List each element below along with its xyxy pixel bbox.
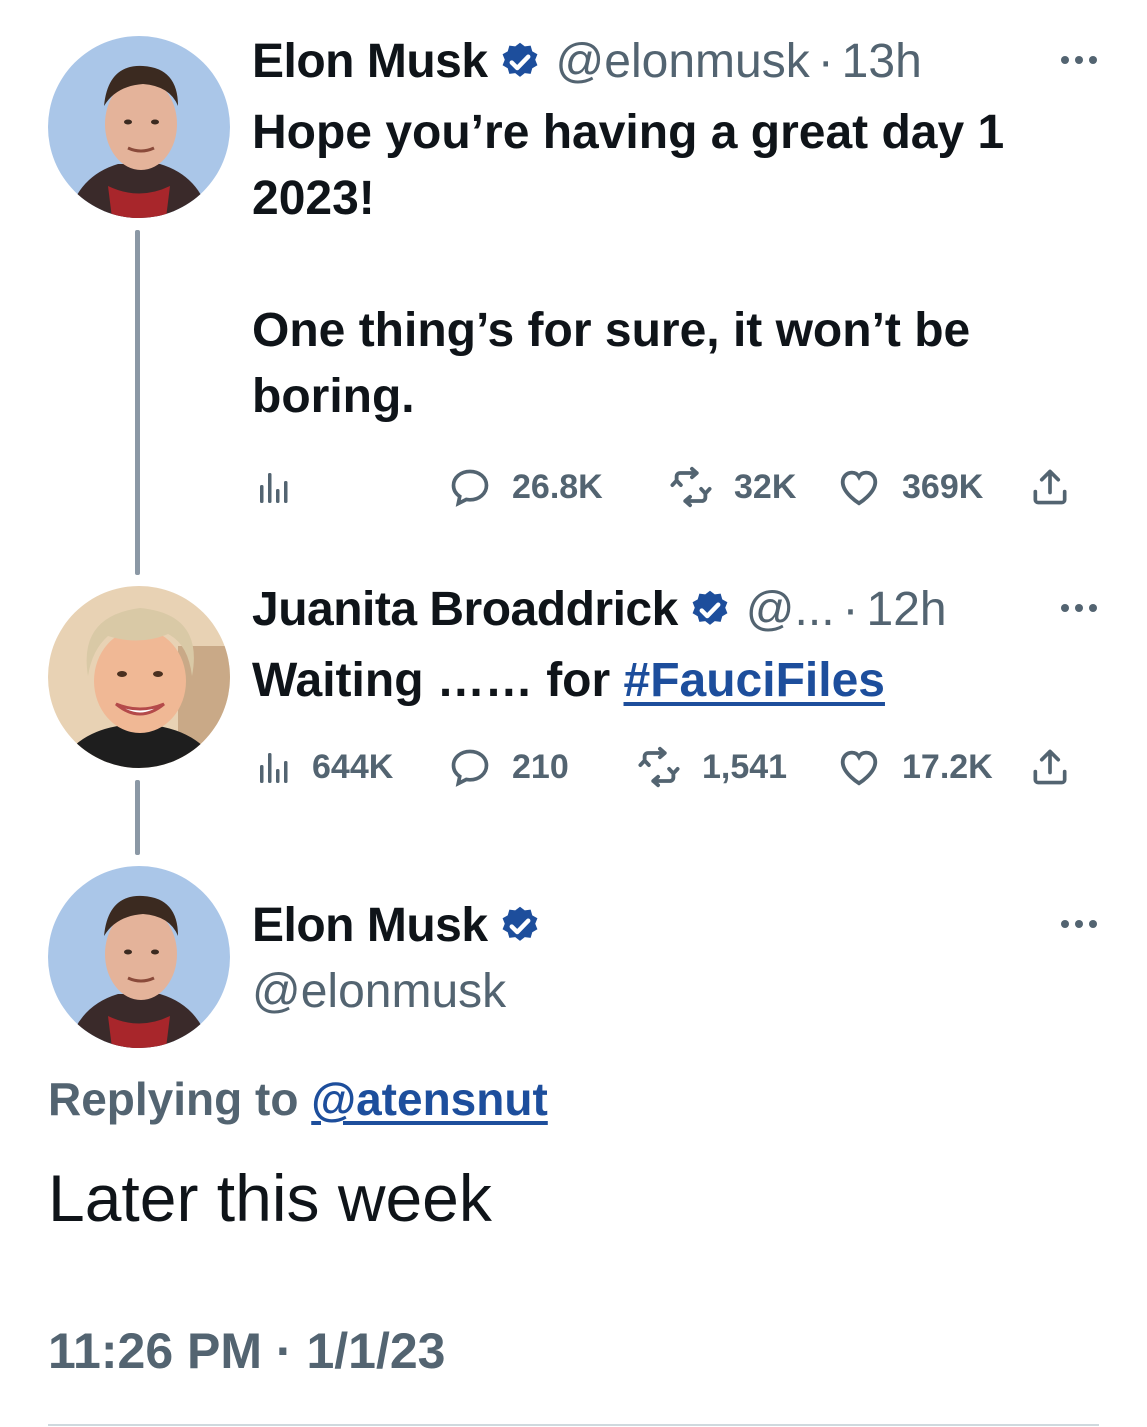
like-count: 17.2K: [902, 747, 993, 786]
avatar-juanita-broaddrick[interactable]: [48, 586, 230, 768]
like-button[interactable]: 17.2K: [836, 742, 993, 792]
reply-icon: [451, 749, 489, 787]
replying-label: Replying to: [48, 1073, 312, 1125]
tweet-time[interactable]: 12h: [867, 582, 947, 637]
separator: ·: [842, 583, 859, 636]
retweet-count: 32K: [734, 467, 797, 506]
share-button[interactable]: [1028, 742, 1072, 792]
author-handle[interactable]: @...: [746, 582, 835, 637]
view-count: 644K: [312, 747, 394, 786]
reply-button[interactable]: 210: [448, 742, 569, 792]
retweet-icon: [638, 746, 680, 788]
tweet-text: Hope you’re having a great day 1 2023! O…: [252, 106, 1005, 423]
avatar-elon-musk-2[interactable]: [48, 866, 230, 1048]
verified-badge-icon: [692, 590, 728, 625]
main-tweet-handle-row: @elonmusk: [252, 964, 506, 1019]
like-icon: [840, 470, 878, 506]
tweet-timestamp[interactable]: 11:26 PM · 1/1/23: [48, 1322, 445, 1380]
views-button[interactable]: [252, 462, 292, 512]
like-icon: [840, 750, 878, 786]
tweet-text-prefix: Waiting …… for: [252, 654, 624, 707]
verified-badge-icon: [502, 42, 537, 77]
author-name[interactable]: Juanita Broaddrick: [252, 582, 678, 637]
avatar-elon-musk-1[interactable]: [48, 36, 230, 218]
author-name[interactable]: Elon Musk: [252, 898, 488, 953]
tweet-text: Waiting …… for #FauciFiles: [252, 648, 1112, 714]
reply-button[interactable]: 26.8K: [448, 462, 603, 512]
divider: [48, 1424, 1099, 1426]
views-icon: [260, 473, 288, 503]
replying-to-link[interactable]: @atensnut: [311, 1073, 548, 1125]
views-button[interactable]: 644K: [252, 742, 393, 792]
retweet-icon: [670, 466, 712, 508]
retweet-count: 1,541: [702, 747, 788, 786]
tweet-header-2: Juanita Broaddrick @... · 12h: [252, 582, 947, 637]
share-icon: [1033, 469, 1067, 505]
author-handle[interactable]: @elonmusk: [252, 964, 506, 1019]
thread-line-2: [135, 780, 140, 855]
more-icon[interactable]: [1061, 56, 1097, 64]
like-button[interactable]: 369K: [836, 462, 983, 512]
tweet-actions-1: 26.8K 32K 369K: [252, 462, 1077, 512]
share-icon: [1033, 749, 1067, 785]
reply-icon: [451, 469, 489, 507]
tweet-time[interactable]: 13h: [842, 34, 922, 89]
more-icon[interactable]: [1061, 920, 1097, 928]
thread-line-1: [135, 230, 140, 575]
main-tweet-text: Later this week: [48, 1161, 492, 1235]
like-count: 369K: [902, 467, 984, 506]
tweet-actions-2: 644K 210 1,541 17.2K: [252, 742, 1077, 792]
verified-badge-icon: [502, 906, 537, 941]
retweet-button[interactable]: 32K: [668, 462, 796, 512]
separator: ·: [817, 35, 834, 88]
replying-to: Replying to @atensnut: [48, 1072, 548, 1126]
share-button[interactable]: [1028, 462, 1072, 512]
retweet-button[interactable]: 1,541: [636, 742, 787, 792]
main-tweet-header: Elon Musk: [252, 898, 542, 953]
reply-count: 210: [512, 747, 569, 786]
more-icon[interactable]: [1061, 604, 1097, 612]
hashtag-link[interactable]: #FauciFiles: [624, 654, 885, 707]
tweet-header-1: Elon Musk @elonmusk · 13h: [252, 34, 922, 89]
reply-count: 26.8K: [512, 467, 603, 506]
author-name[interactable]: Elon Musk: [252, 34, 488, 89]
views-icon: [260, 753, 288, 783]
author-handle[interactable]: @elonmusk: [556, 34, 810, 89]
